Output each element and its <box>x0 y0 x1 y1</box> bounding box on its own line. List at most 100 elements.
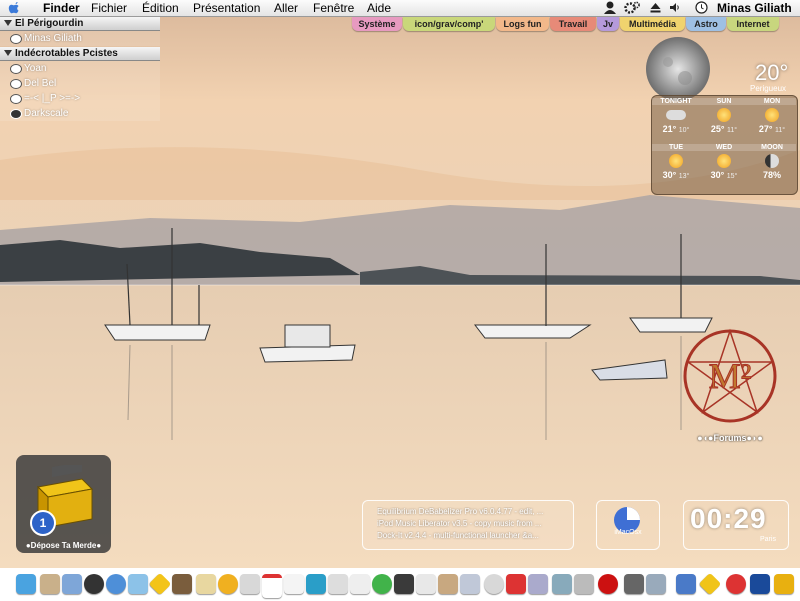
clock-menu-icon[interactable] <box>695 1 708 17</box>
sun-icon <box>717 108 731 122</box>
drop-box-widget[interactable]: 1 ●Dépose Ta Merde● <box>16 455 111 553</box>
disclosure-triangle-icon[interactable] <box>4 50 12 57</box>
dock <box>0 568 800 601</box>
preview2-icon[interactable] <box>460 574 480 594</box>
trash-icon[interactable] <box>750 574 770 594</box>
menu-edition[interactable]: Édition <box>142 1 179 15</box>
photo-icon[interactable] <box>172 574 192 594</box>
clone-icon[interactable] <box>328 574 348 594</box>
forums-link[interactable]: ●◖●Forums●◗● <box>688 433 772 443</box>
forecast-sun: SUN 25° 11° <box>700 98 748 134</box>
tab-astro[interactable]: Astro <box>686 17 726 31</box>
moon-phase-icon <box>765 154 779 168</box>
notes-icon[interactable] <box>196 574 216 594</box>
apple-menu-icon[interactable] <box>8 1 22 15</box>
tab-jv[interactable]: Jv <box>597 17 619 31</box>
software-updates-panel[interactable]: Equilibrium DeBabelizer Pro v6.0.4.77 - … <box>362 500 574 550</box>
calendar-icon[interactable] <box>262 574 282 598</box>
clock-widget[interactable]: 00:29 Paris <box>683 500 789 550</box>
volume-icon[interactable] <box>669 2 681 16</box>
imacosx-widget[interactable]: iMacOsx <box>596 500 660 550</box>
tools-icon[interactable] <box>552 574 572 594</box>
update-line[interactable]: Equilibrium DeBabelizer Pro v6.0.4.77 - … <box>377 507 567 516</box>
itunes-icon[interactable] <box>62 574 82 594</box>
quicktime-icon[interactable] <box>84 574 104 594</box>
settings-icon[interactable] <box>726 574 746 594</box>
buddy-group-indecrotables-pcistes[interactable]: Indécrotables Pcistes <box>0 47 160 61</box>
menu-bar: Finder Fichier Édition Présentation Alle… <box>0 0 800 17</box>
forecast-high: 25° <box>710 124 725 134</box>
textedit-icon[interactable] <box>284 574 304 594</box>
forecast-moon: MOON 78% <box>748 144 796 180</box>
music-icon[interactable] <box>624 574 644 594</box>
forecast-low: 15° <box>726 173 738 180</box>
warning-icon[interactable] <box>698 572 722 596</box>
svg-text:M²: M² <box>709 356 752 396</box>
buddy-lp[interactable]: =-< |_P >=-> <box>0 91 160 106</box>
caution-icon[interactable] <box>148 572 172 596</box>
forecast-tonight: TONIGHT 21° 10° <box>652 98 700 134</box>
tab-multimedia[interactable]: Multimédia <box>620 17 685 31</box>
eject-icon[interactable] <box>650 2 661 16</box>
buddy-yoan[interactable]: Yoan <box>0 61 160 76</box>
tab-internet[interactable]: Internet <box>727 17 779 31</box>
forecast-mon: MON 27° 11° <box>748 98 796 134</box>
font-icon[interactable] <box>484 574 504 594</box>
cd-icon[interactable] <box>394 574 414 594</box>
buddy-name: Del Bel <box>24 78 57 89</box>
profile-icon[interactable] <box>604 1 616 17</box>
buddy-minas-giliath[interactable]: Minas Giliath <box>0 31 160 46</box>
tab-travail[interactable]: Travail <box>550 17 596 31</box>
buddy-del-bel[interactable]: Del Bel <box>0 76 160 91</box>
buddy-name: Minas Giliath <box>24 33 82 44</box>
drop-box-label: ●Dépose Ta Merde● <box>25 541 102 550</box>
package-icon[interactable] <box>416 574 436 594</box>
menu-fenetre[interactable]: Fenêtre <box>313 1 354 15</box>
buddy-darkscale[interactable]: Darkscale <box>0 106 160 121</box>
forecast-panel: TONIGHT 21° 10° SUN 25° 11° MON 27° 11° … <box>651 95 798 195</box>
record-icon[interactable] <box>598 574 618 594</box>
uwrite-icon[interactable] <box>306 574 326 594</box>
forecast-low: 11° <box>775 127 786 134</box>
forecast-low: 10° <box>678 127 690 134</box>
utility-icon[interactable] <box>676 574 696 594</box>
disclosure-triangle-icon[interactable] <box>4 20 12 27</box>
tab-icon-grav-comp[interactable]: icon/grav/comp' <box>403 17 495 31</box>
stormtrooper-icon[interactable] <box>350 574 370 594</box>
chat-bubble-icon <box>10 64 22 74</box>
maps-icon[interactable] <box>240 574 260 594</box>
tab-logs-fun[interactable]: Logs fun <box>496 17 549 31</box>
menu-aide[interactable]: Aide <box>367 1 391 15</box>
finder-icon[interactable] <box>16 574 36 594</box>
weather-city: Perigueux <box>750 84 787 93</box>
update-line[interactable]: Dock-It v2.4.4 - multi-functional launch… <box>377 531 567 540</box>
folder-icon[interactable] <box>646 574 666 594</box>
address-icon[interactable] <box>438 574 458 594</box>
moon-icon <box>646 37 710 101</box>
search-icon[interactable] <box>528 574 548 594</box>
update-line[interactable]: iPod Music Liberator v3.5 - copy music f… <box>377 519 567 528</box>
buddy-group-el-perigourdin[interactable]: El Périgourdin <box>0 17 160 31</box>
camera-icon[interactable] <box>574 574 594 594</box>
menu-fichier[interactable]: Fichier <box>91 1 127 15</box>
forecast-high: 21° <box>662 124 677 134</box>
buddy-name: Darkscale <box>24 108 69 119</box>
sunflower-icon[interactable] <box>218 574 238 594</box>
disk-icon[interactable] <box>506 574 526 594</box>
forecast-low: 11° <box>727 127 738 134</box>
skype-icon[interactable] <box>372 574 392 594</box>
menu-finder[interactable]: Finder <box>43 1 80 15</box>
menu-aller[interactable]: Aller <box>274 1 298 15</box>
chat-bubble-icon <box>10 94 22 104</box>
menu-presentation[interactable]: Présentation <box>193 1 260 15</box>
gears-icon[interactable] <box>624 1 640 17</box>
user-name[interactable]: Minas Giliath <box>717 1 792 15</box>
mail-icon[interactable] <box>128 574 148 594</box>
forecast-high: 30° <box>710 170 725 180</box>
forecast-label: TUE <box>652 144 700 151</box>
preview-icon[interactable] <box>40 574 60 594</box>
archive-icon[interactable] <box>774 574 794 594</box>
safari-icon[interactable] <box>106 574 126 594</box>
buddy-name: Yoan <box>24 63 47 74</box>
tab-systeme[interactable]: Système <box>352 17 402 31</box>
